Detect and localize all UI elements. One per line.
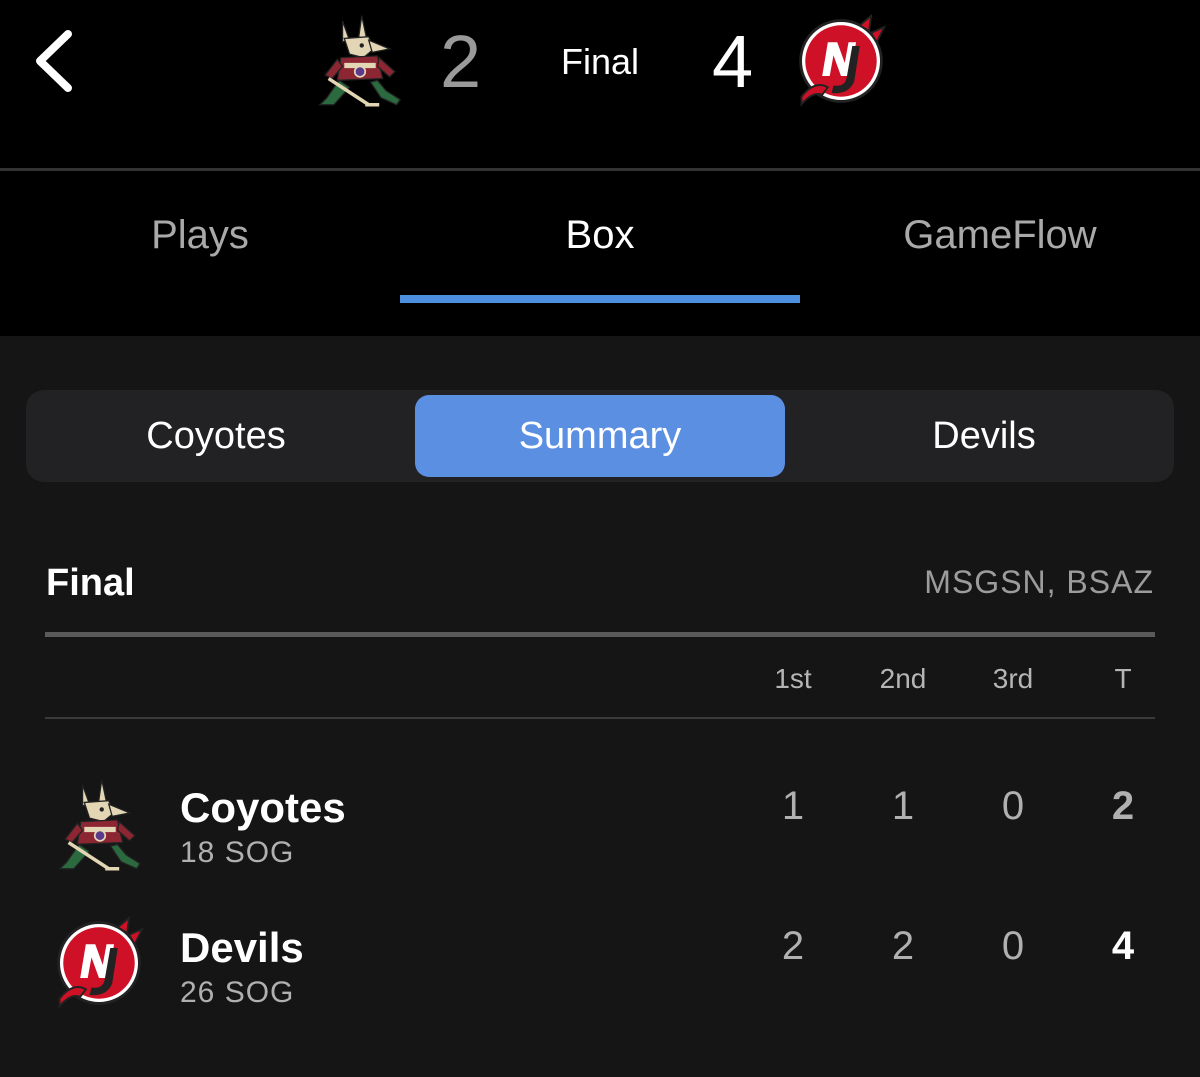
segment-coyotes[interactable]: Coyotes <box>26 395 406 477</box>
summary-divider <box>45 632 1155 637</box>
back-button[interactable] <box>30 28 86 94</box>
period-score: 2 <box>891 924 915 968</box>
devils-logo <box>794 14 888 108</box>
column-header-2nd: 2nd <box>879 663 927 694</box>
devils-logo <box>52 916 146 1010</box>
period-score: 1 <box>891 784 915 828</box>
tab-gameflow[interactable]: GameFlow <box>800 209 1200 261</box>
header-row-divider <box>45 717 1155 719</box>
total-score: 2 <box>1111 784 1135 828</box>
tab-box[interactable]: Box <box>400 209 800 261</box>
tab-bar: Plays Box GameFlow <box>0 171 1200 336</box>
tab-plays[interactable]: Plays <box>0 209 400 261</box>
coyotes-logo <box>314 14 406 110</box>
coyotes-logo <box>54 778 146 874</box>
team-name: Coyotes <box>180 784 346 831</box>
chevron-left-icon <box>36 30 72 92</box>
away-score: 2 <box>440 20 482 103</box>
column-header-1st: 1st <box>774 663 812 694</box>
column-header-3rd: 3rd <box>992 663 1034 694</box>
period-score: 0 <box>1001 784 1025 828</box>
total-score: 4 <box>1111 924 1135 968</box>
summary-title: Final <box>46 562 135 604</box>
broadcast-networks: MSGSN, BSAZ <box>924 564 1154 600</box>
column-header-total: T <box>1114 663 1132 694</box>
segment-summary[interactable]: Summary <box>415 395 785 477</box>
game-status: Final <box>560 41 640 82</box>
team-segmented-control: Coyotes Summary Devils <box>26 390 1174 482</box>
period-score: 0 <box>1001 924 1025 968</box>
scoreboard-header: 2 Final 4 <box>0 0 1200 168</box>
period-score: 1 <box>781 784 805 828</box>
shots-on-goal: 18 SOG <box>180 836 295 869</box>
shots-on-goal: 26 SOG <box>180 976 295 1009</box>
segment-devils[interactable]: Devils <box>794 395 1174 477</box>
team-name: Devils <box>180 924 304 971</box>
period-score: 2 <box>781 924 805 968</box>
home-score: 4 <box>712 20 754 103</box>
active-tab-indicator <box>400 295 800 303</box>
